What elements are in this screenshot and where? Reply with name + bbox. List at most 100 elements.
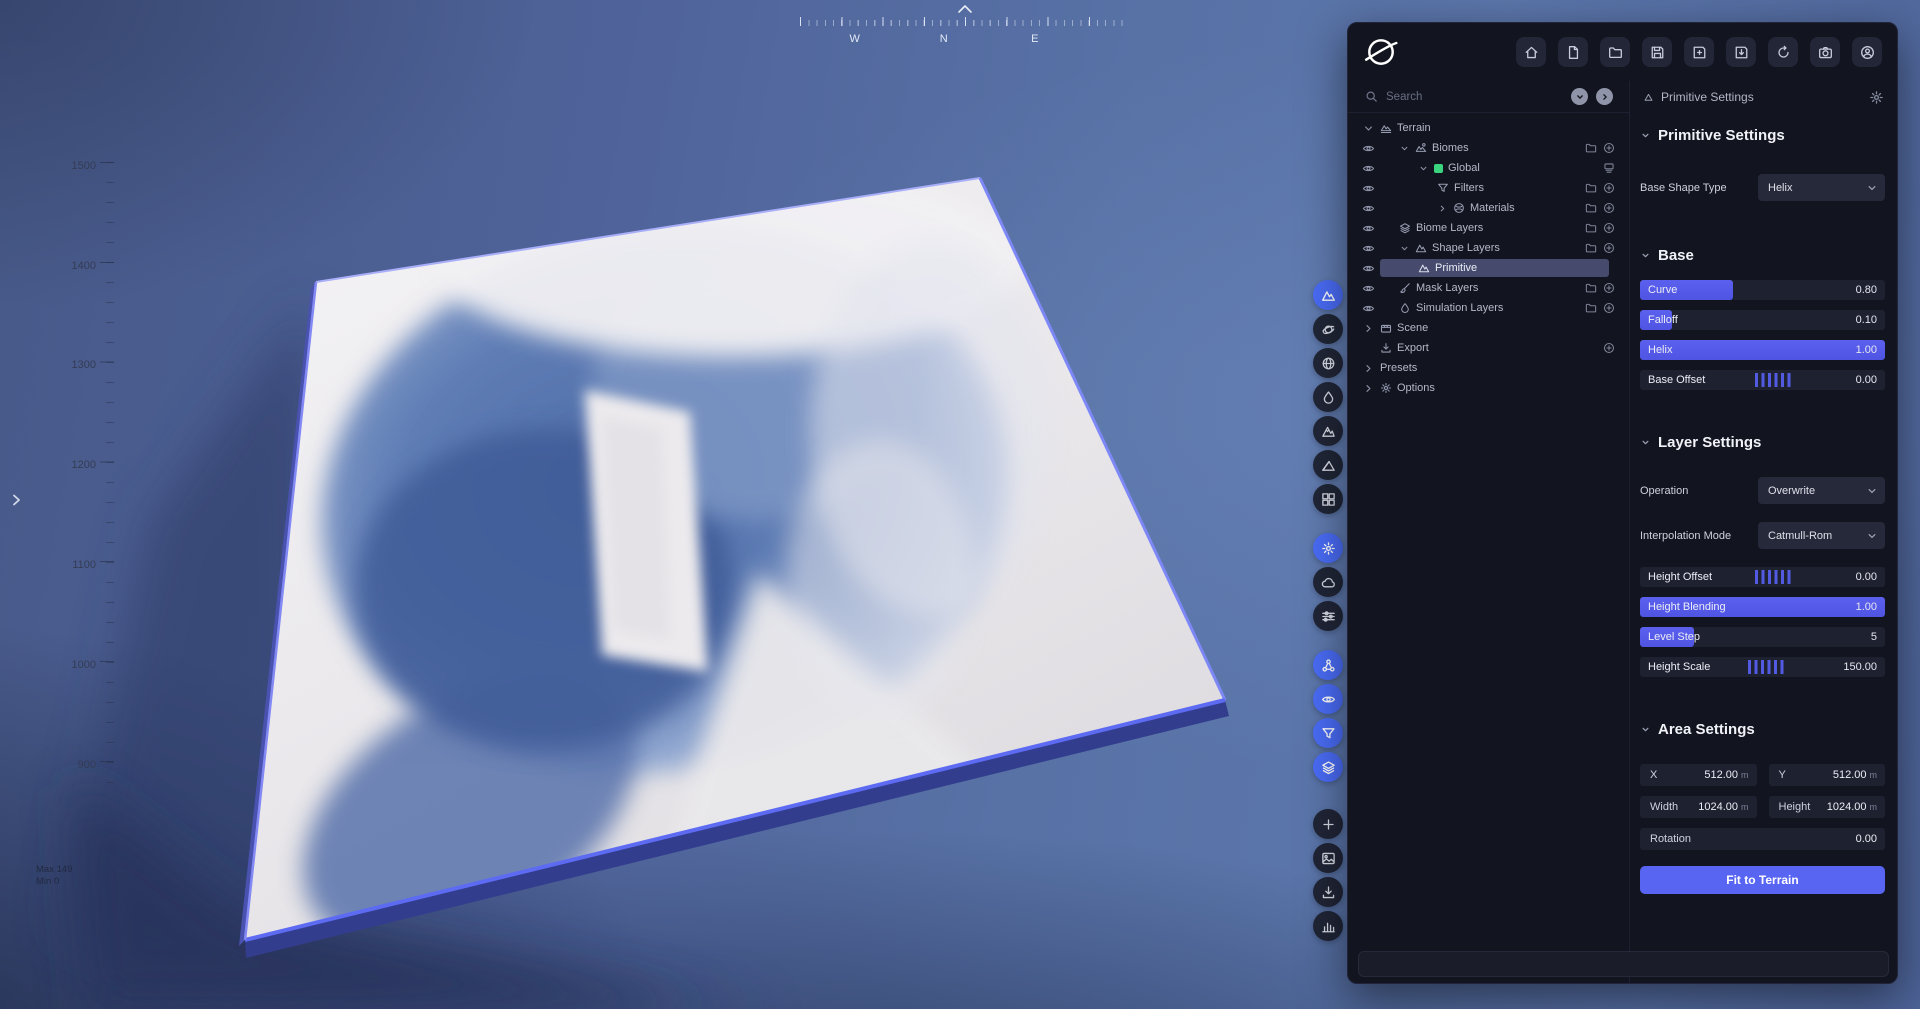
tree-item-biome-layers[interactable]: Biome Layers <box>1348 218 1629 238</box>
save-plus-button[interactable] <box>1684 37 1714 67</box>
slider-base-offset[interactable]: Base Offset0.00 <box>1640 370 1885 390</box>
tool-grid-button[interactable] <box>1313 484 1343 514</box>
tool-cloud-button[interactable] <box>1313 567 1343 597</box>
search-next-button[interactable] <box>1596 88 1613 105</box>
folder-button[interactable] <box>1585 302 1597 314</box>
visibility-toggle[interactable] <box>1362 242 1380 255</box>
section-layer-settings[interactable]: Layer Settings <box>1640 434 1885 451</box>
chevron-right-icon[interactable] <box>1437 203 1448 214</box>
tree-item-scene[interactable]: Scene <box>1348 318 1629 338</box>
tree-item-terrain[interactable]: Terrain <box>1348 118 1629 138</box>
tool-plus-button[interactable] <box>1313 809 1343 839</box>
expand-toggle[interactable] <box>1362 122 1380 135</box>
add-button[interactable] <box>1603 302 1615 314</box>
stack-button[interactable] <box>1603 162 1615 174</box>
tool-nodes-button[interactable] <box>1313 650 1343 680</box>
tool-droplet-button[interactable] <box>1313 382 1343 412</box>
area-field-x[interactable]: X512.00m <box>1640 764 1757 786</box>
area-field-y[interactable]: Y512.00m <box>1769 764 1886 786</box>
slider-helix[interactable]: Helix1.00 <box>1640 340 1885 360</box>
search-prev-button[interactable] <box>1571 88 1588 105</box>
add-button[interactable] <box>1603 182 1615 194</box>
tool-chart-button[interactable] <box>1313 911 1343 941</box>
tree-item-simulation-layers[interactable]: Simulation Layers <box>1348 298 1629 318</box>
base-shape-type-select[interactable]: Helix <box>1758 174 1885 201</box>
add-button[interactable] <box>1603 282 1615 294</box>
tool-filter-button[interactable] <box>1313 718 1343 748</box>
tool-sliders-button[interactable] <box>1313 601 1343 631</box>
folder-button[interactable] <box>1600 37 1630 67</box>
add-button[interactable] <box>1603 242 1615 254</box>
tool-layers-button[interactable] <box>1313 752 1343 782</box>
visibility-toggle[interactable] <box>1362 142 1380 155</box>
search-input[interactable] <box>1386 91 1563 103</box>
visibility-toggle[interactable] <box>1362 262 1380 275</box>
tool-eye-button[interactable] <box>1313 684 1343 714</box>
camera-button[interactable] <box>1810 37 1840 67</box>
save-button[interactable] <box>1642 37 1672 67</box>
section-area-settings[interactable]: Area Settings <box>1640 721 1885 738</box>
add-button[interactable] <box>1603 202 1615 214</box>
folder-button[interactable] <box>1585 182 1597 194</box>
slider-curve[interactable]: Curve0.80 <box>1640 280 1885 300</box>
tree-item-materials[interactable]: Materials <box>1348 198 1629 218</box>
expand-toggle[interactable] <box>1362 362 1380 375</box>
chevron-down-icon[interactable] <box>1418 163 1429 174</box>
folder-button[interactable] <box>1585 282 1597 294</box>
slider-falloff[interactable]: Falloff0.10 <box>1640 310 1885 330</box>
folder-button[interactable] <box>1585 222 1597 234</box>
chevron-down-icon[interactable] <box>1399 243 1410 254</box>
tree-item-export[interactable]: Export <box>1348 338 1629 358</box>
settings-gear-icon[interactable] <box>1869 90 1884 105</box>
tree-item-global[interactable]: Global <box>1348 158 1629 178</box>
rotation-field[interactable]: Rotation 0.00 <box>1640 828 1885 850</box>
section-base[interactable]: Base <box>1640 247 1885 264</box>
operation-select[interactable]: Overwrite <box>1758 477 1885 504</box>
area-field-height[interactable]: Height1024.00m <box>1769 796 1886 818</box>
chevron-down-icon[interactable] <box>1399 143 1410 154</box>
tool-peak-button[interactable] <box>1313 416 1343 446</box>
tool-slope-button[interactable] <box>1313 450 1343 480</box>
area-field-width[interactable]: Width1024.00m <box>1640 796 1757 818</box>
account-button[interactable] <box>1852 37 1882 67</box>
interpolation-select[interactable]: Catmull-Rom <box>1758 522 1885 549</box>
add-button[interactable] <box>1603 342 1615 354</box>
add-button[interactable] <box>1603 142 1615 154</box>
slider-level-step[interactable]: Level Step5 <box>1640 627 1885 647</box>
tree-item-presets[interactable]: Presets <box>1348 358 1629 378</box>
save-arrow-button[interactable] <box>1726 37 1756 67</box>
visibility-toggle[interactable] <box>1362 222 1380 235</box>
tool-globe-button[interactable] <box>1313 348 1343 378</box>
tool-planet-button[interactable] <box>1313 314 1343 344</box>
expand-toggle[interactable] <box>1362 322 1380 335</box>
visibility-toggle[interactable] <box>1362 202 1380 215</box>
fit-to-terrain-button[interactable]: Fit to Terrain <box>1640 866 1885 894</box>
status-bar[interactable] <box>1358 951 1889 977</box>
tool-mountain-button[interactable] <box>1313 280 1343 310</box>
tree-item-primitive[interactable]: Primitive <box>1348 258 1629 278</box>
slider-height-offset[interactable]: Height Offset0.00 <box>1640 567 1885 587</box>
section-primitive-settings[interactable]: Primitive Settings <box>1640 127 1885 144</box>
tool-download-button[interactable] <box>1313 877 1343 907</box>
tree-item-shape-layers[interactable]: Shape Layers <box>1348 238 1629 258</box>
slider-height-scale[interactable]: Height Scale150.00 <box>1640 657 1885 677</box>
slider-height-blending[interactable]: Height Blending1.00 <box>1640 597 1885 617</box>
add-button[interactable] <box>1603 222 1615 234</box>
tree-item-options[interactable]: Options <box>1348 378 1629 398</box>
panel-expand-arrow[interactable] <box>8 492 24 508</box>
visibility-toggle[interactable] <box>1362 282 1380 295</box>
file-button[interactable] <box>1558 37 1588 67</box>
home-button[interactable] <box>1516 37 1546 67</box>
tool-image-button[interactable] <box>1313 843 1343 873</box>
folder-button[interactable] <box>1585 142 1597 154</box>
visibility-toggle[interactable] <box>1362 302 1380 315</box>
tool-gear-button[interactable] <box>1313 533 1343 563</box>
folder-button[interactable] <box>1585 202 1597 214</box>
tree-item-biomes[interactable]: Biomes <box>1348 138 1629 158</box>
refresh-button[interactable] <box>1768 37 1798 67</box>
folder-button[interactable] <box>1585 242 1597 254</box>
expand-toggle[interactable] <box>1362 382 1380 395</box>
visibility-toggle[interactable] <box>1362 182 1380 195</box>
tree-item-mask-layers[interactable]: Mask Layers <box>1348 278 1629 298</box>
visibility-toggle[interactable] <box>1362 162 1380 175</box>
